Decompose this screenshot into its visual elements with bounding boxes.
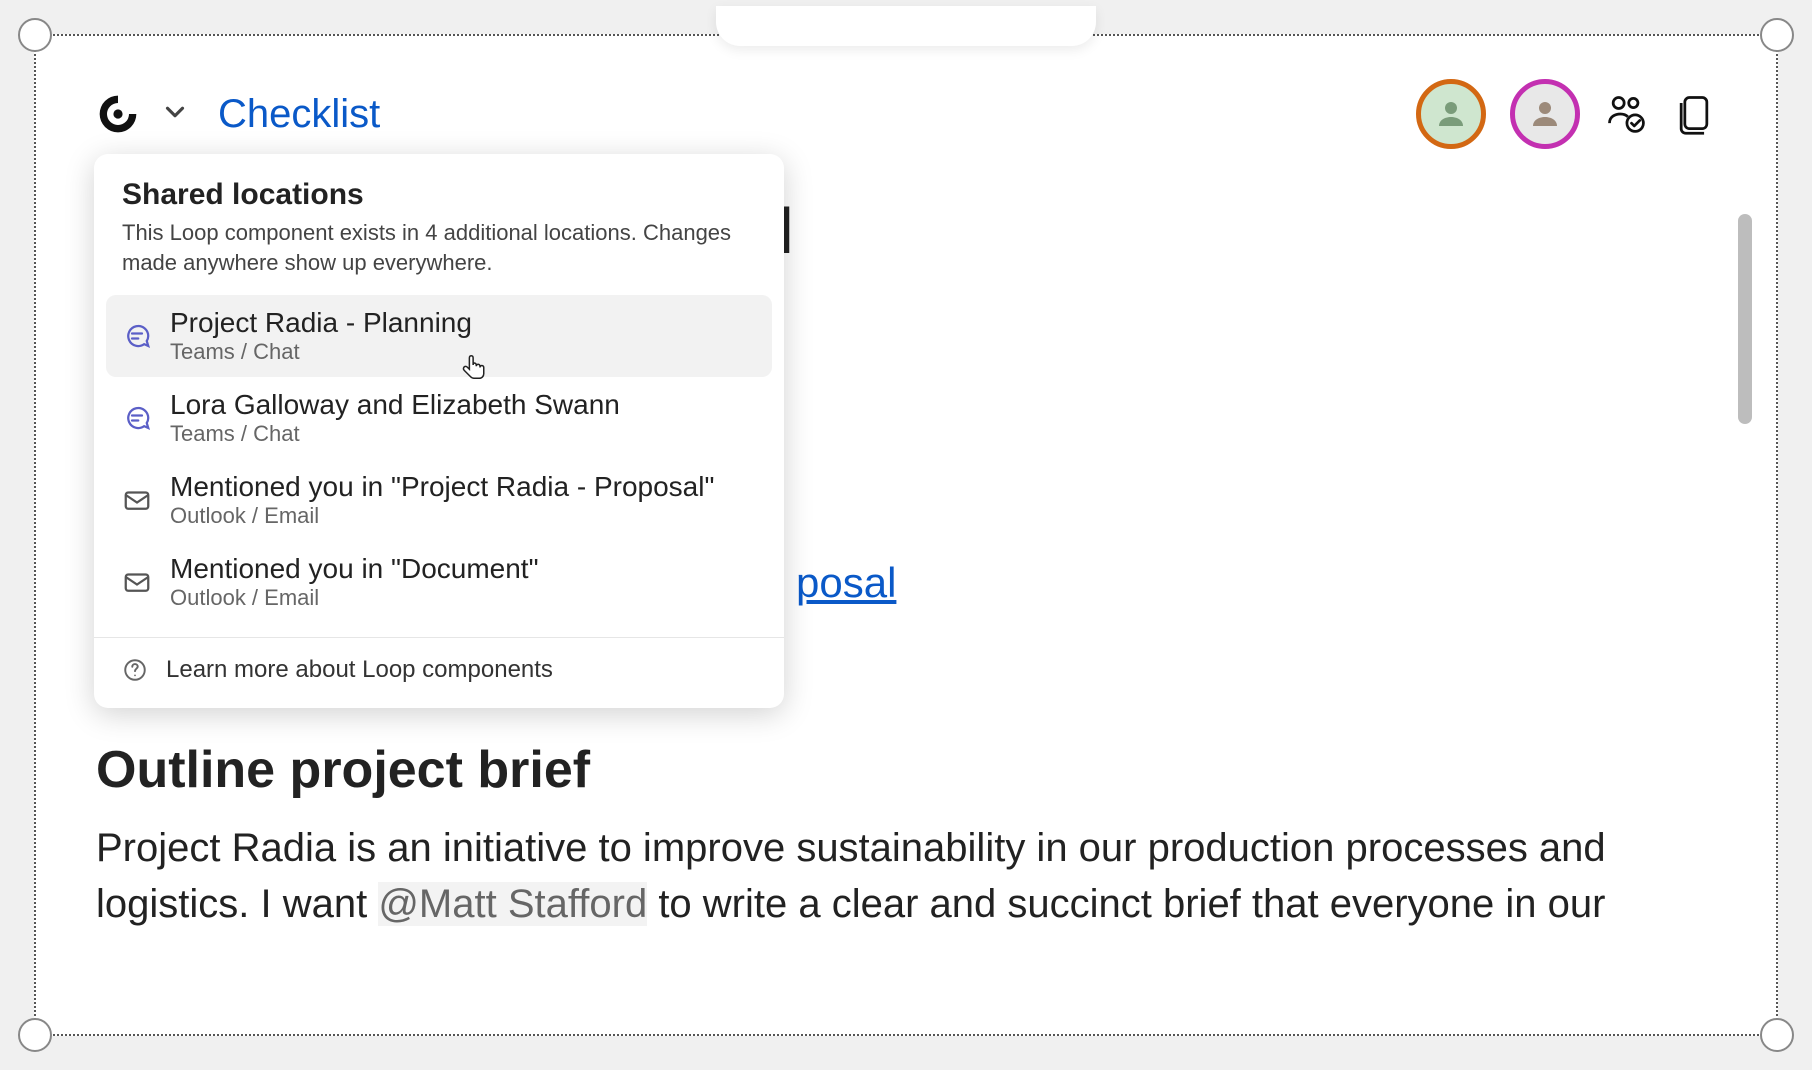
location-item-title: Project Radia - Planning [170, 307, 472, 339]
dropdown-list: Project Radia - Planning Teams / Chat Lo… [94, 291, 784, 623]
component-title[interactable]: Checklist [218, 92, 380, 137]
top-pill [716, 6, 1096, 46]
dropdown-subtitle: This Loop component exists in 4 addition… [94, 218, 784, 291]
help-icon [122, 657, 148, 683]
dropdown-footer-text: Learn more about Loop components [166, 656, 553, 684]
location-item-subtitle: Teams / Chat [170, 339, 472, 365]
shared-locations-dropdown: Shared locations This Loop component exi… [94, 154, 784, 708]
paragraph-outline[interactable]: Project Radia is an initiative to improv… [96, 820, 1716, 932]
resize-handle-top-right[interactable] [1760, 18, 1794, 52]
teams-chat-icon [122, 403, 152, 433]
outlook-mail-icon [122, 485, 152, 515]
location-item-mention-document[interactable]: Mentioned you in "Document" Outlook / Em… [106, 541, 772, 623]
location-item-lora-elizabeth[interactable]: Lora Galloway and Elizabeth Swann Teams … [106, 377, 772, 459]
loop-icon[interactable] [96, 92, 140, 136]
location-item-title: Lora Galloway and Elizabeth Swann [170, 389, 620, 421]
section-heading-outline: Outline project brief [96, 740, 1716, 800]
resize-handle-top-left[interactable] [18, 18, 52, 52]
presence-avatar-2[interactable] [1510, 79, 1580, 149]
location-item-project-radia-planning[interactable]: Project Radia - Planning Teams / Chat [106, 295, 772, 377]
body-text-after: to write a clear and succinct brief that… [647, 882, 1605, 926]
dropdown-learn-more[interactable]: Learn more about Loop components [94, 638, 784, 708]
doc-link-fragment[interactable]: posal [796, 559, 896, 607]
share-people-icon[interactable] [1604, 92, 1648, 136]
mention-matt-stafford[interactable]: @Matt Stafford [378, 882, 647, 926]
dropdown-title: Shared locations [94, 178, 784, 218]
outlook-mail-icon [122, 567, 152, 597]
location-item-mention-proposal[interactable]: Mentioned you in "Project Radia - Propos… [106, 459, 772, 541]
location-item-title: Mentioned you in "Document" [170, 553, 539, 585]
chevron-down-icon[interactable] [160, 97, 190, 132]
location-item-title: Mentioned you in "Project Radia - Propos… [170, 471, 714, 503]
loop-component-frame: Checklist [34, 34, 1778, 1036]
location-item-subtitle: Outlook / Email [170, 585, 539, 611]
scrollbar-thumb[interactable] [1738, 214, 1752, 424]
component-header: Checklist [96, 84, 1716, 144]
location-item-subtitle: Teams / Chat [170, 421, 620, 447]
copy-icon[interactable] [1672, 92, 1716, 136]
teams-chat-icon [122, 321, 152, 351]
presence-avatar-1[interactable] [1416, 79, 1486, 149]
location-item-subtitle: Outlook / Email [170, 503, 714, 529]
resize-handle-bottom-right[interactable] [1760, 1018, 1794, 1052]
resize-handle-bottom-left[interactable] [18, 1018, 52, 1052]
